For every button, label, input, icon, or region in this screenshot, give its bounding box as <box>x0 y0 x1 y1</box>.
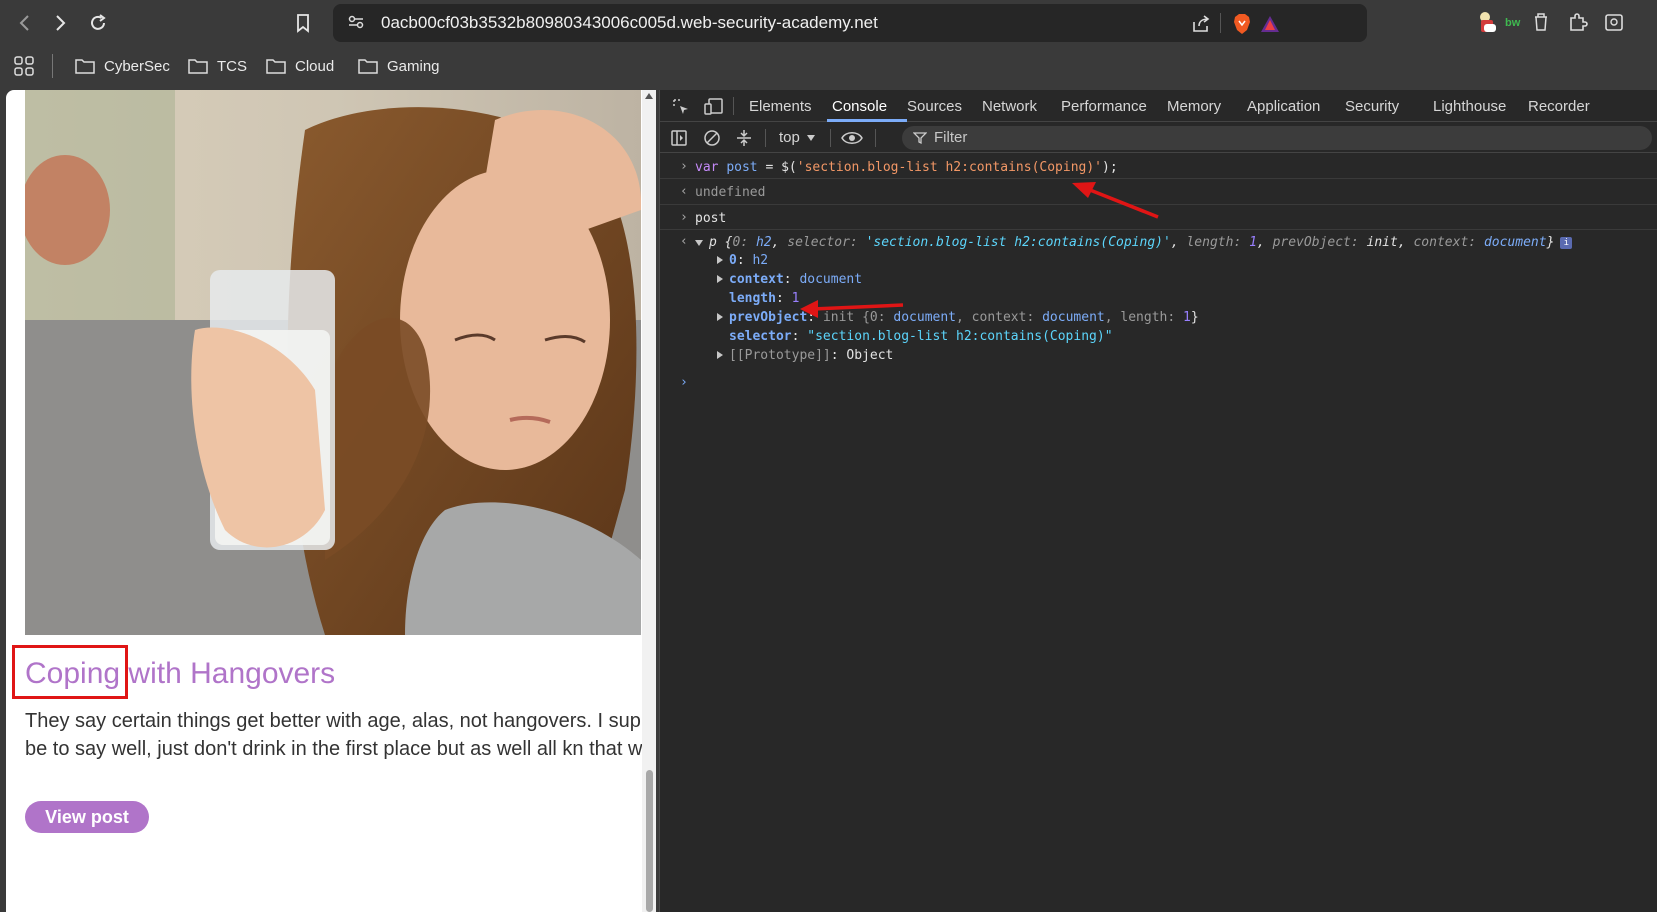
trash-icon <box>1535 13 1547 31</box>
share-icon <box>1193 15 1210 32</box>
browser-toolbar: 0acb00cf03b3532b80980343006c005d.web-sec… <box>0 0 1657 46</box>
address-bar[interactable]: 0acb00cf03b3532b80980343006c005d.web-sec… <box>333 4 1367 42</box>
scroll-thumb[interactable] <box>646 770 653 912</box>
folder-icon <box>266 59 286 74</box>
bookmark-folder-cybersec[interactable]: CyberSec <box>74 54 170 78</box>
extension-trash[interactable] <box>1527 8 1555 36</box>
folder-icon <box>188 59 208 74</box>
page-scrollbar[interactable] <box>642 90 656 912</box>
apps-button[interactable] <box>13 54 35 78</box>
bookmark-folder-tcs[interactable]: TCS <box>187 54 247 78</box>
devtools-panel: Elements Console Sources Network Perform… <box>659 90 1657 912</box>
extension-bw[interactable]: bw <box>1500 8 1528 36</box>
woman-with-glass-illustration <box>25 90 641 635</box>
bookmark-label: Cloud <box>295 57 335 75</box>
post-title-rest: with Hangovers <box>120 657 336 690</box>
url-text[interactable]: 0acb00cf03b3532b80980343006c005d.web-sec… <box>381 13 878 33</box>
brave-shields-button[interactable] <box>1230 12 1254 36</box>
web-page: Coping with Hangovers They say certain t… <box>6 90 642 912</box>
apps-grid-icon <box>14 56 34 76</box>
share-button[interactable] <box>1189 12 1213 36</box>
post-summary: They say certain things get better with … <box>25 710 642 760</box>
arrow-right-icon <box>56 15 66 31</box>
reload-icon <box>91 14 106 30</box>
popcorn-icon <box>1480 12 1496 32</box>
red-arrow-icon <box>1072 182 1159 219</box>
bookmarks-bar: CyberSec TCS Cloud Gaming <box>0 46 1657 88</box>
red-arrow-icon <box>800 300 904 318</box>
folder-icon <box>75 59 95 74</box>
browser-window: 0acb00cf03b3532b80980343006c005d.web-sec… <box>0 0 1657 912</box>
folder-icon <box>358 59 378 74</box>
bookmark-separator <box>52 54 53 78</box>
bookmark-page-button[interactable] <box>288 8 318 38</box>
bw-extension-icon: bw <box>1505 17 1521 29</box>
post-image[interactable] <box>25 90 641 635</box>
bookmark-icon <box>297 14 309 33</box>
annotation-arrows <box>800 182 1159 318</box>
site-settings-icon[interactable] <box>347 13 365 31</box>
brave-lion-icon <box>1234 14 1250 34</box>
view-post-button[interactable]: View post <box>25 801 149 833</box>
scroll-up-arrow[interactable] <box>645 93 653 99</box>
brave-rewards-button[interactable] <box>1258 12 1282 36</box>
bookmark-label: CyberSec <box>104 57 170 75</box>
annotation-highlight-box <box>12 645 128 699</box>
extension-popcorn[interactable] <box>1474 8 1502 36</box>
bookmark-label: TCS <box>217 57 247 75</box>
extensions-button[interactable] <box>1564 8 1592 36</box>
puzzle-icon <box>1570 13 1588 31</box>
arrow-left-icon <box>19 15 29 31</box>
back-button[interactable] <box>10 8 40 38</box>
svg-text:bw: bw <box>1505 17 1521 29</box>
wallet-icon <box>1605 14 1623 31</box>
forward-button[interactable] <box>45 8 75 38</box>
url-separator <box>1220 13 1221 33</box>
rewards-triangle-icon <box>1261 16 1279 32</box>
bookmark-folder-cloud[interactable]: Cloud <box>265 54 334 78</box>
bookmark-label: Gaming <box>387 57 440 75</box>
extension-wallet[interactable] <box>1600 8 1628 36</box>
bookmark-folder-gaming[interactable]: Gaming <box>357 54 440 78</box>
reload-button[interactable] <box>83 8 113 38</box>
